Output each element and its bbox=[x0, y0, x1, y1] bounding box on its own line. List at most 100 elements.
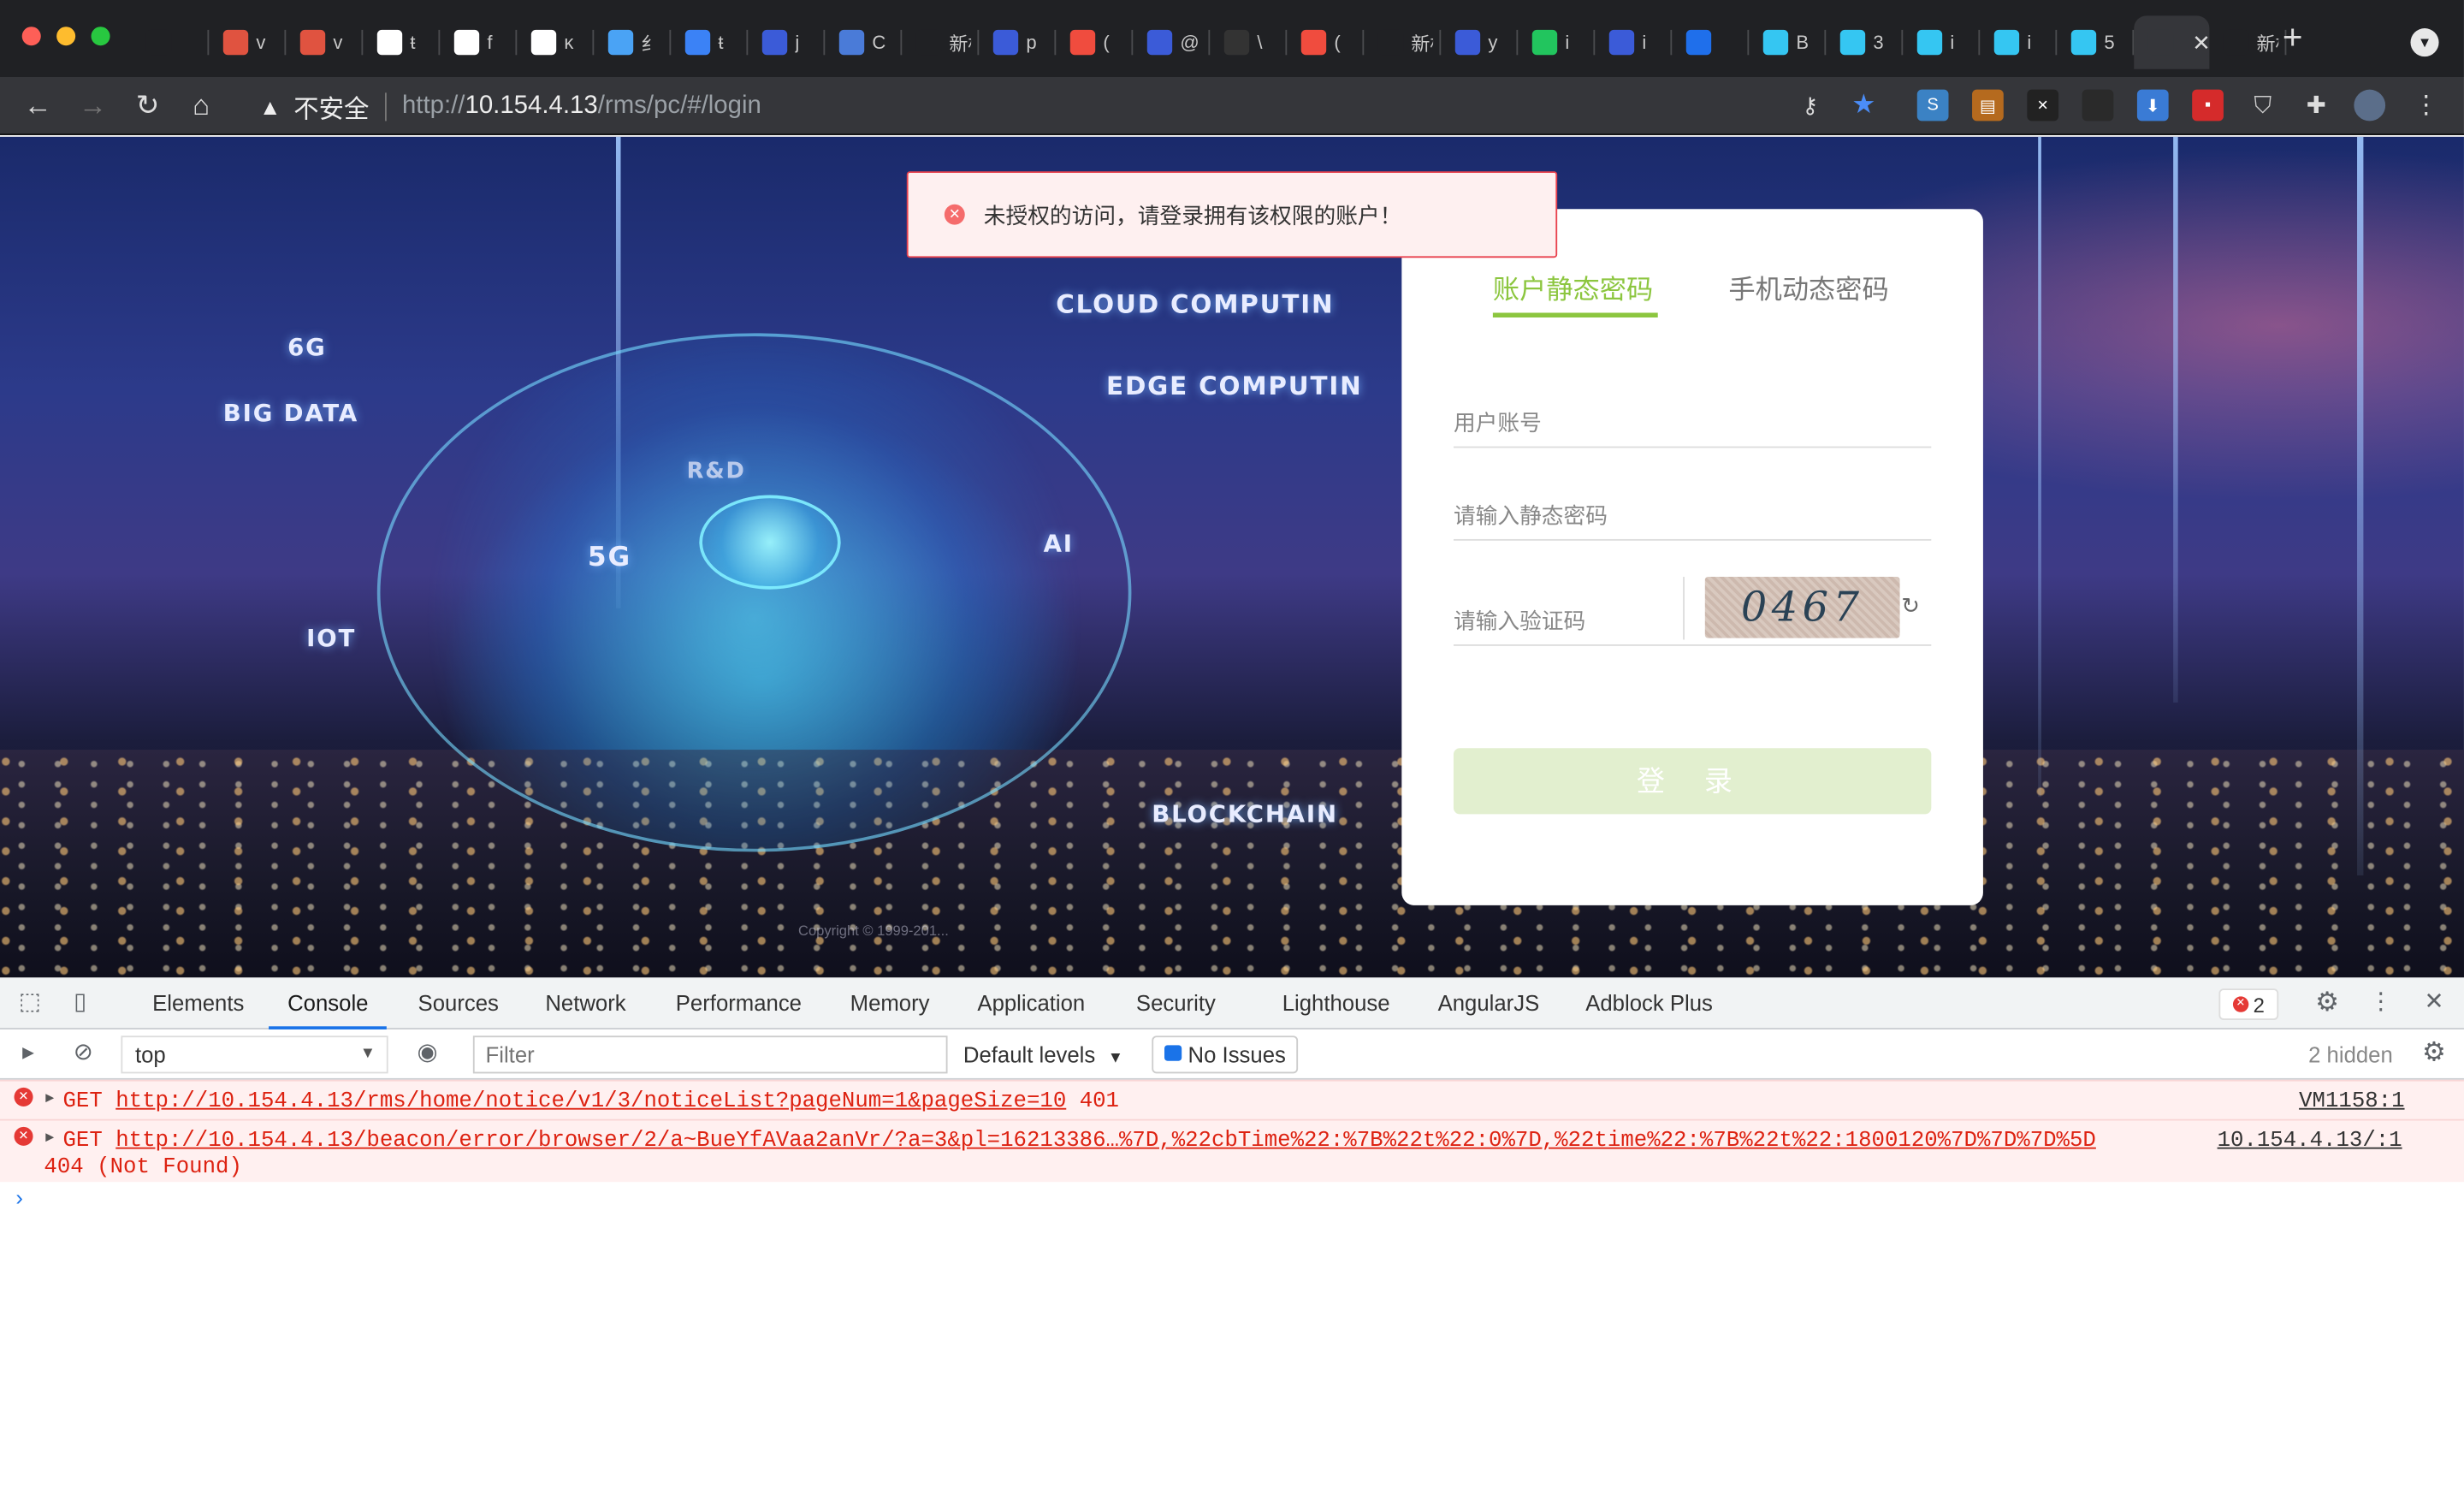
avatar[interactable] bbox=[2354, 89, 2386, 122]
reload-button[interactable]: ↻ bbox=[129, 86, 167, 124]
browser-tab[interactable]: i bbox=[1903, 15, 1981, 68]
forward-button[interactable]: → bbox=[74, 86, 111, 124]
extension-download-icon[interactable]: ⬇ bbox=[2136, 89, 2169, 122]
tab-title: j bbox=[795, 31, 800, 54]
devtools-tab-network[interactable]: Network bbox=[543, 977, 627, 1029]
security-status[interactable]: 不安全 bbox=[293, 87, 369, 125]
tab-title: f bbox=[487, 31, 493, 54]
issues-button[interactable]: No Issues bbox=[1152, 1035, 1299, 1074]
filter-input[interactable] bbox=[472, 1035, 948, 1074]
log-source-link[interactable]: 10.154.4.13/:1 bbox=[2218, 1129, 2402, 1154]
bookmark-star-icon[interactable]: ★ bbox=[1848, 90, 1880, 122]
device-toolbar-icon[interactable]: ▯ bbox=[66, 988, 94, 1017]
browser-tab[interactable]: y bbox=[1441, 15, 1519, 68]
log-status: 404 (Not Found) bbox=[44, 1154, 242, 1181]
browser-tab[interactable]: 新标 bbox=[1364, 15, 1442, 68]
browser-tab[interactable]: i bbox=[1595, 15, 1673, 68]
browser-tab[interactable]: v bbox=[209, 15, 287, 68]
home-button[interactable]: ⌂ bbox=[182, 86, 220, 124]
hero-label-5g: 5G bbox=[587, 542, 631, 574]
devtools-tab-lighthouse[interactable]: Lighthouse bbox=[1281, 977, 1392, 1029]
log-levels-dropdown[interactable]: Default levels ▼ bbox=[963, 1035, 1123, 1073]
clear-console-icon[interactable]: ⊘ bbox=[69, 1039, 98, 1067]
close-tab-icon[interactable]: ✕ bbox=[2192, 29, 2211, 56]
tab-static-password[interactable]: 账户静态密码 bbox=[1493, 267, 1653, 306]
browser-tab[interactable]: B bbox=[1749, 15, 1827, 68]
browser-tab[interactable]: @ bbox=[1133, 15, 1211, 68]
extension-x-icon[interactable]: ✕ bbox=[2027, 89, 2059, 122]
browser-tab[interactable]: p bbox=[979, 15, 1057, 68]
browser-tab[interactable]: 3 bbox=[1826, 15, 1904, 68]
browser-tab[interactable]: 纟 bbox=[594, 15, 672, 68]
devtools-tab-console[interactable]: Console bbox=[269, 977, 388, 1029]
browser-tab[interactable]: 新标 bbox=[902, 15, 980, 68]
divider bbox=[1683, 577, 1685, 640]
hero-label-6g: 6G bbox=[287, 333, 327, 362]
minimize-window-button[interactable] bbox=[56, 27, 76, 46]
key-icon[interactable]: ⚷ bbox=[1795, 90, 1827, 122]
refresh-captcha-icon[interactable]: ↻ bbox=[1901, 592, 1920, 619]
maximize-window-button[interactable] bbox=[91, 27, 110, 46]
devtools-tab-memory[interactable]: Memory bbox=[849, 977, 932, 1029]
issues-label: No Issues bbox=[1188, 1041, 1286, 1068]
browser-tab[interactable]: ŧ bbox=[363, 15, 441, 68]
extension-box-icon[interactable]: ▤ bbox=[1972, 89, 2004, 122]
close-window-button[interactable] bbox=[21, 27, 41, 46]
error-count-badge[interactable]: ✕ 2 bbox=[2218, 988, 2279, 1020]
expand-triangle-icon[interactable]: ▶ bbox=[45, 1086, 54, 1111]
new-tab-button[interactable]: + bbox=[2276, 20, 2310, 56]
tab-search-button[interactable]: ▼ bbox=[2410, 28, 2439, 57]
browser-tab[interactable]: i bbox=[1980, 15, 2058, 68]
devtools-tab-security[interactable]: Security bbox=[1134, 977, 1217, 1029]
extension-dark-icon[interactable] bbox=[2082, 89, 2114, 122]
browser-tab[interactable]: C bbox=[825, 15, 903, 68]
expand-triangle-icon[interactable]: ▶ bbox=[45, 1125, 54, 1150]
devtools-tab-application[interactable]: Application bbox=[976, 977, 1087, 1029]
more-options-icon[interactable]: ⋮ bbox=[2366, 988, 2395, 1017]
gear-icon[interactable]: ⚙ bbox=[2313, 988, 2342, 1017]
eye-icon[interactable]: ◉ bbox=[413, 1039, 441, 1067]
devtools-tab-elements[interactable]: Elements bbox=[151, 977, 246, 1029]
browser-tab[interactable]: ( bbox=[1287, 15, 1365, 68]
log-source-link[interactable]: VM1158:1 bbox=[2299, 1089, 2404, 1114]
devtools-tab-adblock-plus[interactable]: Adblock Plus bbox=[1584, 977, 1714, 1029]
context-selector[interactable]: top ▼ bbox=[121, 1035, 388, 1074]
password-input[interactable] bbox=[1453, 493, 1932, 538]
browser-tab[interactable]: f bbox=[440, 15, 518, 68]
tab-title: 纟 bbox=[641, 32, 660, 55]
browser-tab[interactable]: j bbox=[748, 15, 826, 68]
account-input[interactable] bbox=[1453, 400, 1932, 445]
log-url-link[interactable]: http://10.154.4.13/beacon/error/browser/… bbox=[116, 1129, 2096, 1154]
extension-red-icon[interactable]: ▪ bbox=[2192, 89, 2224, 122]
paw-tab-icon bbox=[1608, 29, 1635, 56]
captcha-input[interactable] bbox=[1453, 598, 1674, 644]
shield-icon[interactable]: ⛉ bbox=[2247, 90, 2278, 122]
browser-tab[interactable]: 集✕ bbox=[2134, 15, 2211, 69]
browser-tab[interactable] bbox=[132, 15, 210, 68]
console-prompt[interactable]: › bbox=[15, 1185, 23, 1210]
puzzle-icon[interactable]: ✚ bbox=[2301, 90, 2332, 122]
back-button[interactable]: ← bbox=[19, 86, 56, 124]
browser-tab[interactable]: ( bbox=[1056, 15, 1134, 68]
devtools-tab-sources[interactable]: Sources bbox=[417, 977, 500, 1029]
devtools-tab-angularjs[interactable]: AngularJS bbox=[1436, 977, 1541, 1029]
browser-tab[interactable]: \ bbox=[1210, 15, 1288, 68]
login-button[interactable]: 登 录 bbox=[1453, 748, 1932, 815]
inspect-element-icon[interactable]: ⬚ bbox=[15, 988, 44, 1017]
close-icon[interactable]: ✕ bbox=[2420, 988, 2449, 1017]
browser-tab[interactable] bbox=[1672, 15, 1750, 68]
captcha-image[interactable]: 0467 bbox=[1704, 577, 1900, 638]
browser-tab[interactable]: v bbox=[286, 15, 364, 68]
browser-tab[interactable]: i bbox=[1518, 15, 1596, 68]
more-menu-icon[interactable]: ⋮ bbox=[2410, 90, 2442, 122]
browser-tab[interactable]: ĸ bbox=[517, 15, 595, 68]
browser-tab[interactable]: ŧ bbox=[671, 15, 749, 68]
gear-icon[interactable]: ⚙ bbox=[2420, 1038, 2449, 1067]
address-bar[interactable]: ▲ 不安全 http://10.154.4.13/rms/pc/#/login bbox=[239, 83, 1779, 128]
devtools-tab-performance[interactable]: Performance bbox=[674, 977, 803, 1029]
sidebar-toggle-icon[interactable]: ▸ bbox=[15, 1039, 43, 1067]
extension-s-icon[interactable]: S bbox=[1916, 89, 1949, 122]
log-url-link[interactable]: http://10.154.4.13/rms/home/notice/v1/3/… bbox=[116, 1089, 1066, 1114]
browser-tab[interactable]: 5 bbox=[2057, 15, 2135, 68]
tab-mobile-password[interactable]: 手机动态密码 bbox=[1728, 267, 1888, 306]
